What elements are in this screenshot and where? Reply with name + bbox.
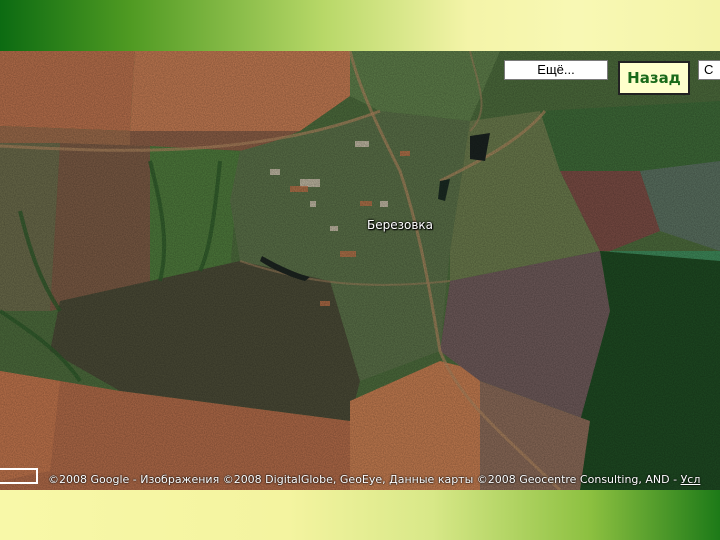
place-label-berezovka: Березовка xyxy=(367,218,434,232)
copyright-text: ©2008 Google - Изображения ©2008 Digital… xyxy=(48,473,681,486)
more-button[interactable]: Ещё... xyxy=(504,60,608,80)
scale-bar-icon xyxy=(0,468,38,484)
satellite-map[interactable] xyxy=(0,51,720,490)
map-copyright: ©2008 Google - Изображения ©2008 Digital… xyxy=(48,473,720,486)
satellite-imagery xyxy=(0,51,720,490)
map-type-button[interactable]: С xyxy=(698,60,720,80)
terms-link[interactable]: Усл xyxy=(681,473,701,486)
slide-bottom-band xyxy=(0,490,720,540)
back-button[interactable]: Назад xyxy=(618,61,690,95)
